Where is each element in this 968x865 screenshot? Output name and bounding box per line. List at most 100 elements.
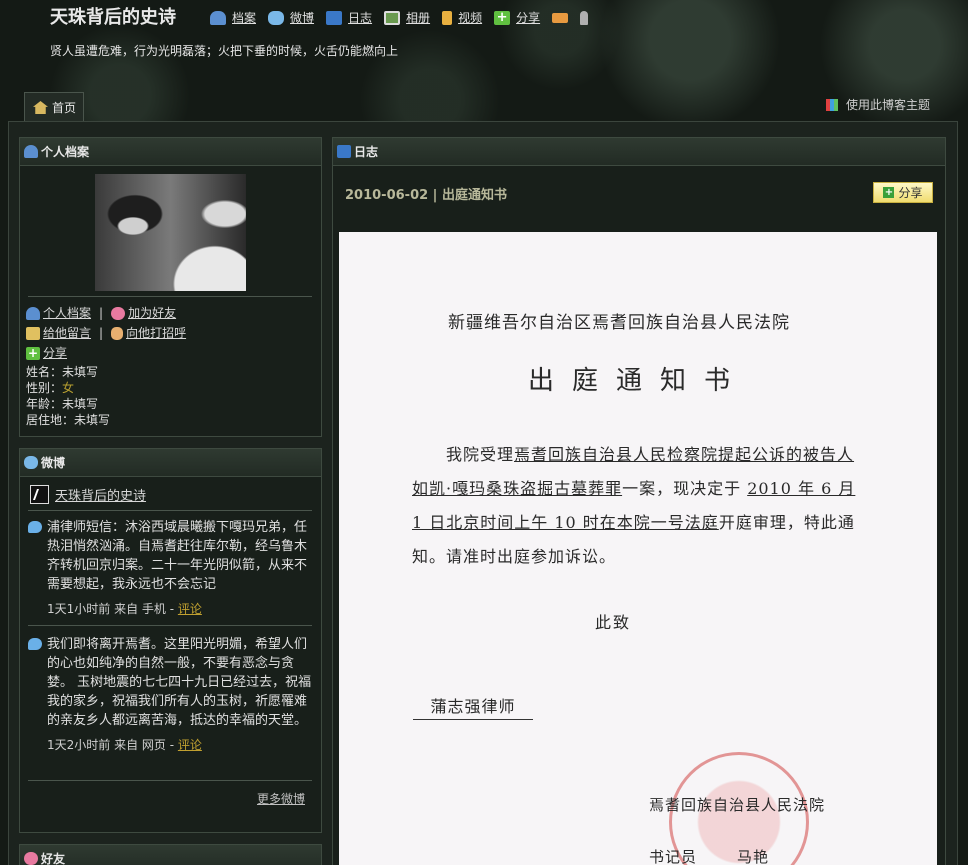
greet-link[interactable]: 向他打招呼 bbox=[111, 323, 186, 343]
greet-label: 向他打招呼 bbox=[126, 326, 187, 340]
user-icon bbox=[24, 145, 38, 158]
nav-mail[interactable] bbox=[552, 12, 569, 23]
divider bbox=[28, 625, 312, 626]
doc-clerk-name: 马艳 bbox=[737, 846, 827, 865]
nav-weibo[interactable]: 微博 bbox=[268, 9, 314, 26]
journal-panel: 日志 2010-06-02 | 出庭通知书 + 分享 新疆维吾尔自治区焉耆回族自… bbox=[332, 137, 946, 865]
doc-body-2: 一案，现决定于 bbox=[622, 479, 748, 498]
profile-link[interactable]: 个人档案 bbox=[26, 303, 91, 323]
blog-subtitle: 贤人虽遭危难，行为光明磊落；火把下垂的时候，火舌仍能燃向上 bbox=[50, 44, 399, 58]
add-friend-link[interactable]: 加为好友 bbox=[111, 303, 176, 323]
doc-body-1: 我院受理 bbox=[446, 445, 515, 464]
friends-panel: 好友 bbox=[19, 844, 322, 865]
book-icon bbox=[337, 145, 351, 158]
profile-info: 姓名：未填写 性别：女 年龄：未填写 居住地：未填写 bbox=[26, 364, 110, 428]
weibo-post-text: 我们即将离开焉耆。这里阳光明媚，希望人们的心也如纯净的自然一般，不要有恶念与贪婪… bbox=[47, 637, 312, 728]
profile-panel-title: 个人档案 bbox=[41, 145, 90, 159]
court-notice-image: 新疆维吾尔自治区焉耆回族自治县人民法院 出庭通知书 我院受理焉耆回族自治县人民检… bbox=[339, 232, 937, 865]
blog-title[interactable]: 天珠背后的史诗 bbox=[50, 3, 176, 29]
doc-clerk: 书记员 马艳 bbox=[649, 846, 827, 865]
weibo-post-time: 1天1小时前 来自 手机 bbox=[47, 602, 166, 616]
message-label: 给他留言 bbox=[43, 326, 92, 340]
user-icon bbox=[210, 10, 226, 25]
top-navigation: 档案 微博 日志 相册 视频 + 分享 bbox=[210, 9, 600, 26]
theme-grid-icon bbox=[826, 98, 838, 111]
doc-body: 我院受理焉耆回族自治县人民检察院提起公诉的被告人如凯·嘎玛桑珠盗掘古墓葬罪一案，… bbox=[412, 438, 868, 574]
user-icon bbox=[26, 306, 40, 320]
plus-icon: + bbox=[26, 345, 40, 360]
nav-share-label: 分享 bbox=[516, 11, 541, 25]
plus-icon: + bbox=[883, 187, 895, 198]
weibo-panel-title: 微博 bbox=[41, 456, 66, 470]
film-icon bbox=[442, 10, 453, 25]
share-button-label: 分享 bbox=[898, 186, 923, 200]
speech-bubbles-icon bbox=[268, 10, 285, 25]
nav-weibo-label: 微博 bbox=[290, 11, 315, 25]
nav-video-label: 视频 bbox=[458, 11, 483, 25]
nav-album[interactable]: 相册 bbox=[384, 9, 430, 26]
nav-person[interactable] bbox=[580, 10, 589, 25]
weibo-post-meta: 1天1小时前 来自 手机 - 评论 bbox=[47, 602, 202, 616]
speech-bubble-icon bbox=[28, 638, 42, 650]
doc-lawyer: 蒲志强律师 bbox=[413, 693, 533, 720]
nav-video[interactable]: 视频 bbox=[442, 9, 482, 26]
divider bbox=[28, 510, 312, 511]
hand-icon bbox=[111, 326, 124, 340]
nav-album-label: 相册 bbox=[406, 11, 431, 25]
gender-value[interactable]: 女 bbox=[62, 381, 74, 395]
nav-journal[interactable]: 日志 bbox=[326, 9, 372, 26]
weibo-user[interactable]: 天珠背后的史诗 bbox=[30, 485, 146, 504]
nav-share[interactable]: + 分享 bbox=[494, 9, 540, 26]
speech-bubble-icon bbox=[28, 521, 42, 533]
info-age: 年龄：未填写 bbox=[26, 396, 110, 412]
nav-profile[interactable]: 档案 bbox=[210, 9, 256, 26]
age-label: 年龄： bbox=[26, 397, 63, 411]
person-icon bbox=[580, 10, 589, 25]
info-name: 姓名：未填写 bbox=[26, 364, 110, 380]
doc-court-name: 新疆维吾尔自治区焉耆回族自治县人民法院 bbox=[448, 313, 790, 333]
message-link[interactable]: 给他留言 bbox=[26, 323, 91, 343]
share-button[interactable]: + 分享 bbox=[873, 182, 933, 203]
heart-icon bbox=[111, 306, 126, 320]
doc-clerk-label: 书记员 bbox=[649, 848, 698, 865]
photo-icon bbox=[384, 10, 401, 25]
share-link[interactable]: + 分享 bbox=[26, 343, 67, 363]
comment-link[interactable]: 评论 bbox=[178, 602, 202, 616]
plus-icon: + bbox=[494, 10, 511, 25]
pencil-icon bbox=[26, 326, 40, 340]
profile-links: 个人档案 | 加为好友 给他留言 | 向他打招呼 + 分享 bbox=[26, 303, 186, 363]
comment-link[interactable]: 评论 bbox=[178, 738, 202, 752]
profile-link-label: 个人档案 bbox=[43, 306, 92, 320]
heart-icon bbox=[24, 852, 38, 865]
separator: | bbox=[99, 326, 104, 340]
add-friend-label: 加为好友 bbox=[128, 306, 177, 320]
content-wrapper: 个人档案 个人档案 | 加为好友 给他留言 | 向他打招呼 + 分享 姓名：未填… bbox=[8, 121, 958, 865]
use-theme-label: 使用此博客主题 bbox=[846, 98, 931, 112]
entry-title[interactable]: 2010-06-02 | 出庭通知书 bbox=[345, 184, 507, 203]
friends-panel-header: 好友 bbox=[20, 845, 321, 865]
weibo-username: 天珠背后的史诗 bbox=[55, 489, 147, 504]
info-gender: 性别：女 bbox=[26, 380, 110, 396]
mail-icon bbox=[552, 12, 569, 23]
location-value: 未填写 bbox=[74, 413, 111, 427]
home-icon bbox=[33, 101, 48, 114]
doc-heading: 出庭通知书 bbox=[527, 366, 748, 396]
use-theme-link[interactable]: 使用此博客主题 bbox=[826, 96, 930, 113]
doc-cizhi: 此致 bbox=[595, 613, 632, 632]
location-label: 居住地： bbox=[26, 413, 75, 427]
separator: | bbox=[99, 306, 104, 320]
nav-journal-label: 日志 bbox=[348, 11, 373, 25]
speech-bubbles-icon bbox=[24, 456, 38, 469]
profile-avatar[interactable] bbox=[95, 174, 246, 291]
tab-home[interactable]: 首页 bbox=[24, 92, 84, 122]
weibo-post-text: 浦律师短信：沐浴西域晨曦搬下嘎玛兄弟，任热泪悄然汹涌。自焉耆赶往库尔勒，经乌鲁木… bbox=[47, 520, 308, 592]
weibo-panel: 微博 天珠背后的史诗 浦律师短信：沐浴西域晨曦搬下嘎玛兄弟，任热泪悄然汹涌。自焉… bbox=[19, 448, 322, 833]
weibo-post-meta: 1天2小时前 来自 网页 - 评论 bbox=[47, 738, 202, 752]
profile-panel-header: 个人档案 bbox=[20, 138, 321, 166]
age-value: 未填写 bbox=[62, 397, 99, 411]
tab-home-label: 首页 bbox=[52, 101, 77, 115]
more-weibo-link[interactable]: 更多微博 bbox=[257, 790, 305, 807]
name-label: 姓名： bbox=[26, 365, 63, 379]
weibo-post: 浦律师短信：沐浴西域晨曦搬下嘎玛兄弟，任热泪悄然汹涌。自焉耆赶往库尔勒，经乌鲁木… bbox=[28, 518, 318, 619]
divider bbox=[28, 296, 312, 297]
